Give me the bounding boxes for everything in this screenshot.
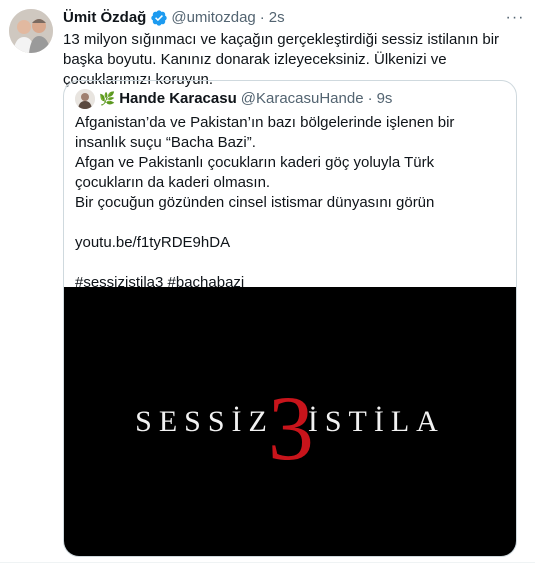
quoted-line: Bir çocuğun gözünden cinsel istismar dün… xyxy=(75,194,435,211)
quoted-link: youtu.be/f1tyRDE9hDA xyxy=(75,234,231,251)
media-title-word-right: İSTİLA xyxy=(307,405,445,438)
media-title-word-left: SESSİZ xyxy=(135,405,274,438)
quoted-author-name: Hande Karacasu xyxy=(119,90,237,107)
verified-badge-icon xyxy=(150,9,168,27)
quoted-line: Afgan ve Pakistanlı çocukların kaderi gö… xyxy=(75,154,435,191)
tweet-header: Ümit Özdağ @umitozdag · 2s xyxy=(63,8,285,28)
quoted-author-handle: @KaracasuHande xyxy=(240,90,364,107)
avatar-image xyxy=(9,9,53,53)
tweet[interactable]: Ümit Özdağ @umitozdag · 2s ··· 13 milyon… xyxy=(0,0,535,563)
video-thumbnail[interactable]: SESSİZ 3 İSTİLA xyxy=(64,287,516,556)
more-options-icon[interactable]: ··· xyxy=(505,8,525,28)
timestamp[interactable]: 2s xyxy=(269,8,285,28)
quoted-line: Afganistan’da ve Pakistan’ın bazı bölgel… xyxy=(75,114,455,151)
media-title: SESSİZ 3 İSTİLA xyxy=(64,287,516,556)
avatar[interactable] xyxy=(9,9,53,53)
quoted-tweet[interactable]: 🌿 Hande Karacasu @KaracasuHande · 9s Afg… xyxy=(63,80,517,557)
quoted-avatar xyxy=(75,89,95,109)
separator-dot: · xyxy=(367,90,373,107)
separator-dot: · xyxy=(259,9,265,26)
quoted-tweet-text: Afganistan’da ve Pakistan’ın bazı bölgel… xyxy=(75,113,505,293)
quoted-tweet-header: 🌿 Hande Karacasu @KaracasuHande · 9s xyxy=(75,89,392,109)
author-handle[interactable]: @umitozdag xyxy=(171,8,255,28)
quoted-timestamp: 9s xyxy=(376,90,393,107)
leaf-emoji-icon: 🌿 xyxy=(99,91,116,106)
author-name[interactable]: Ümit Özdağ xyxy=(63,8,146,28)
